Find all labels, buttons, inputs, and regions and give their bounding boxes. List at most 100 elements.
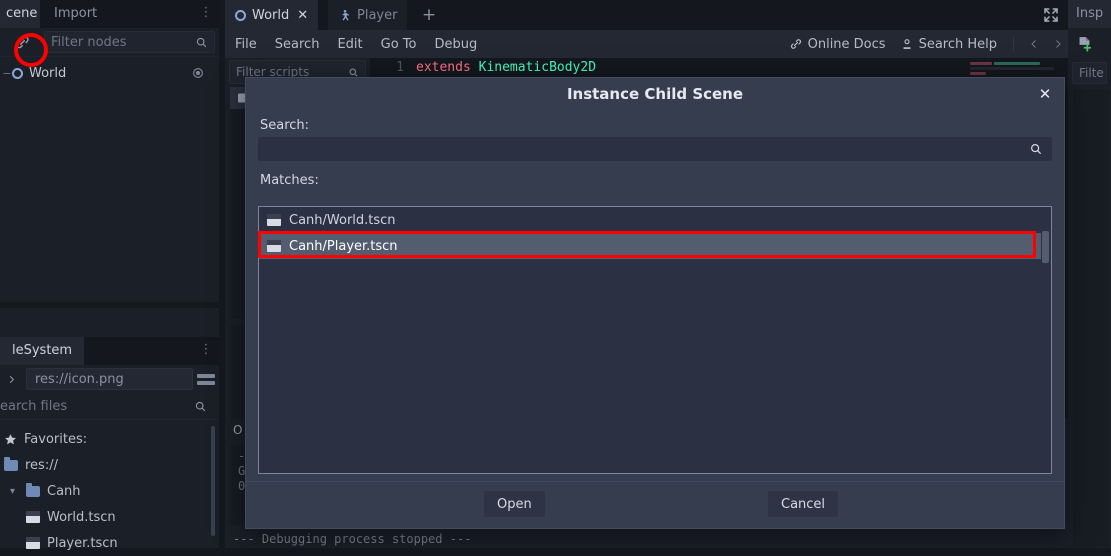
dialog-list-scrollbar[interactable] [1041,207,1051,473]
dialog-match-world-tscn[interactable]: Canh/World.tscn [259,207,1051,233]
node2d-icon [12,67,23,79]
scene-icon [26,511,40,523]
code-type: KinematicBody2D [478,60,597,75]
folder-icon [26,482,40,497]
filesystem-scrollbar[interactable] [211,426,215,536]
filesystem-tabbar: leSystem ⋮ [0,337,219,365]
inspector-tabbar: Insp [1068,0,1111,28]
tab-scene[interactable]: cene [0,0,40,28]
inspector-filter-input[interactable]: Filte [1072,62,1107,84]
scene-dock-menu-icon[interactable]: ⋮ [199,4,213,24]
menu-edit[interactable]: Edit [337,37,362,52]
tab-import[interactable]: Import [42,0,109,28]
online-docs-button[interactable]: Online Docs [789,37,886,52]
search-icon [1029,142,1043,156]
filter-nodes-input[interactable]: Filter nodes [44,31,215,53]
scene-tab-label: Player [357,7,398,23]
chevron-right-icon[interactable] [0,369,22,389]
filesystem-menu-icon[interactable]: ⋮ [199,341,213,361]
close-icon[interactable]: ✕ [297,8,308,23]
filesystem-file-list: Favorites: res:// ▾ Canh World.tscn Play… [0,420,219,556]
scene-icon [26,537,40,549]
tab-filesystem[interactable]: leSystem [0,337,85,365]
search-help-button[interactable]: Search Help [900,37,997,52]
scene-tab-player[interactable]: Player [328,0,408,30]
scene-tree-label: World [29,65,67,81]
list-item-label: Canh/World.tscn [289,212,396,228]
new-resource-icon[interactable] [1076,35,1093,52]
list-item[interactable]: res:// [0,452,219,478]
link-icon [789,37,803,51]
star-icon [4,433,17,446]
code-line: 1 extends KinematicBody2D [370,58,1068,77]
dialog-title-bar: Instance Child Scene ✕ [246,78,1064,110]
code-keyword: extends [416,60,471,75]
list-item-label: Player.tscn [47,535,118,551]
dialog-list-scrollbar-thumb[interactable] [1042,231,1049,263]
dialog-matches-label: Matches: [260,173,319,188]
debug-status-text: --- Debugging process stopped --- [233,532,472,546]
tree-expander-icon[interactable]: − [2,67,12,80]
inspector-toolbar [1068,28,1111,58]
list-item[interactable]: Player.tscn [0,530,219,556]
dialog-search-input[interactable] [258,137,1052,161]
editor-root: cene Import ⋮ Filter nodes − World leSys… [0,0,1111,551]
menu-file[interactable]: File [235,37,257,52]
dialog-search-label: Search: [260,118,310,133]
chevron-down-icon[interactable]: ▾ [10,486,19,497]
menu-goto[interactable]: Go To [381,37,417,52]
filter-nodes-placeholder: Filter nodes [51,34,127,50]
inspector-properties[interactable] [1072,88,1111,548]
close-icon[interactable]: ✕ [1036,78,1054,110]
inspector-dock: Insp Filte [1068,0,1111,548]
filesystem-path-text: res://icon.png [35,371,124,387]
list-item[interactable]: World.tscn [0,504,219,530]
eye-icon[interactable] [191,66,205,80]
search-icon [348,67,359,78]
expand-icon[interactable] [1042,6,1060,24]
scene-tab-label: World [252,7,290,23]
script-nav [1013,37,1064,51]
scene-tree: − World [0,56,219,302]
filesystem-path-value[interactable]: res://icon.png [26,368,193,390]
filesystem-search-placeholder: earch files [0,398,68,414]
scene-tab-world[interactable]: World ✕ [225,0,319,30]
dialog-footer: Open Cancel [246,481,1064,528]
tab-inspector[interactable]: Insp [1068,0,1111,28]
menu-search[interactable]: Search [275,37,320,52]
search-icon [195,36,208,49]
list-item-label: World.tscn [47,509,116,525]
chevron-right-icon[interactable] [1052,37,1064,51]
filesystem-dock: leSystem ⋮ res://icon.png earch files Fa… [0,337,219,551]
node2d-icon [235,9,246,21]
list-item[interactable]: Favorites: [0,426,219,452]
menu-debug[interactable]: Debug [434,37,477,52]
open-button[interactable]: Open [484,491,545,517]
annotation-circle-instance-button [14,33,48,67]
filesystem-path-row: res://icon.png [0,365,219,393]
scene-icon [267,214,281,226]
page-title: Instance Child Scene [566,85,744,103]
online-docs-label: Online Docs [807,36,886,52]
scene-dock: cene Import ⋮ Filter nodes − World leSys… [0,0,219,551]
script-editor-menubar: File Search Edit Go To Debug Online Docs [225,30,1068,58]
search-icon [194,400,207,413]
split-mode-icon[interactable] [197,371,215,387]
dock-divider[interactable] [0,302,219,308]
list-item-label: res:// [25,457,58,473]
cancel-button[interactable]: Cancel [768,491,839,517]
filesystem-search-input[interactable]: earch files [0,393,219,420]
chevron-left-icon[interactable] [1028,37,1040,51]
folder-icon [4,456,18,471]
scene-dock-tabbar: cene Import ⋮ [0,0,219,28]
line-number: 1 [396,60,404,75]
kinematicbody2d-icon [338,9,351,22]
list-item[interactable]: ▾ Canh [0,478,219,504]
script-menubar-right: Online Docs Search Help [789,30,1064,58]
search-help-label: Search Help [918,36,997,52]
annotation-rect-selected-match [258,231,1036,258]
instance-child-scene-dialog: Instance Child Scene ✕ Search: Matches: … [245,77,1065,529]
scene-tabbar: World ✕ Player + [225,0,1068,30]
add-scene-tab-button[interactable]: + [415,0,443,30]
list-item-label: Canh [47,483,81,499]
